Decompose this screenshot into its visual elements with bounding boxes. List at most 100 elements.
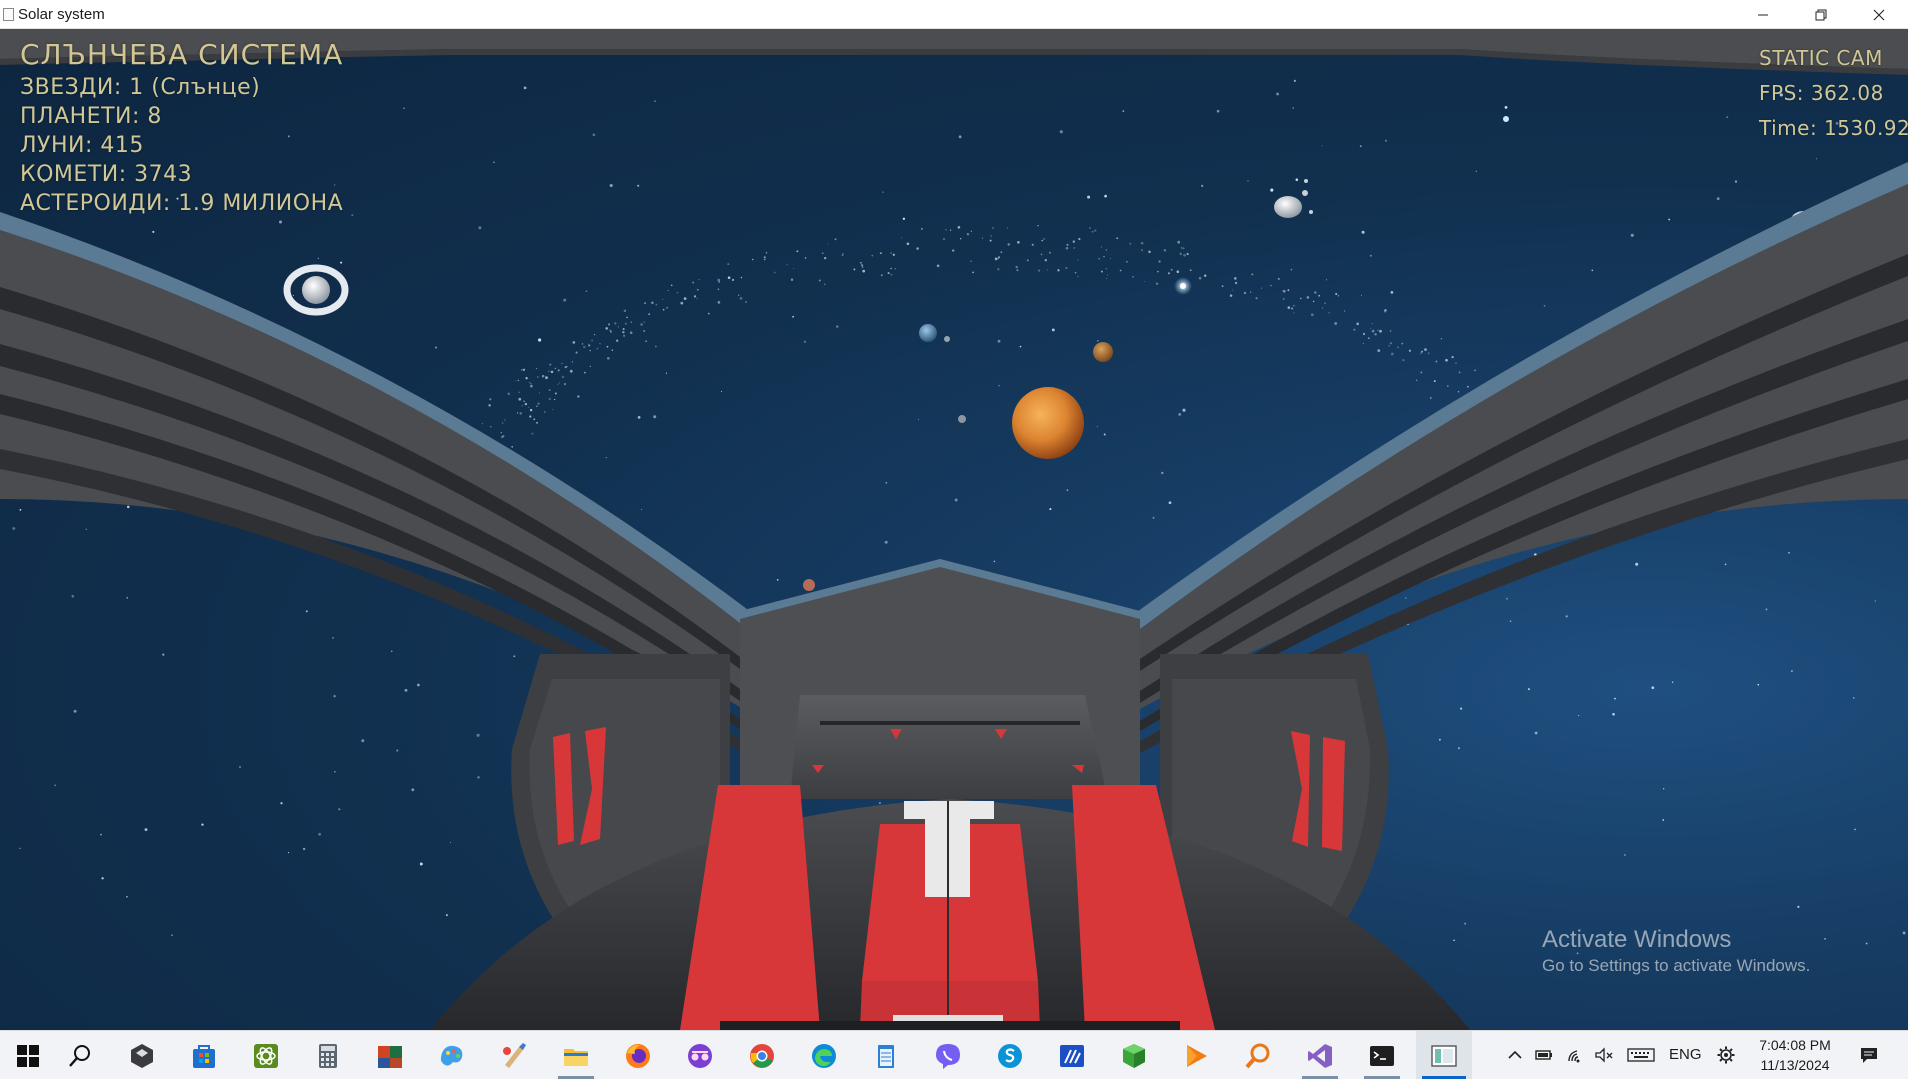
star: [1504, 106, 1508, 109]
taskbar-viber[interactable]: [920, 1031, 976, 1079]
asteroid: [1377, 329, 1379, 331]
asteroid: [1282, 297, 1285, 300]
tray-battery[interactable]: [1533, 1043, 1555, 1067]
star: [396, 749, 399, 752]
restore-button[interactable]: [1792, 0, 1850, 29]
asteroid: [643, 321, 645, 323]
star: [1152, 516, 1155, 519]
app-icon: [3, 7, 14, 21]
tray-clock[interactable]: 7:04:08 PM 11/13/2024: [1745, 1035, 1845, 1075]
taskbar-calculator[interactable]: [300, 1031, 356, 1079]
asteroid: [1324, 302, 1326, 304]
asteroid: [773, 271, 776, 274]
star: [1614, 697, 1616, 700]
minimize-button[interactable]: [1734, 0, 1792, 29]
asteroid: [793, 267, 795, 269]
taskbar-green-cube[interactable]: [1106, 1031, 1162, 1079]
asteroid: [827, 243, 829, 245]
taskbar-office-apps[interactable]: [362, 1031, 418, 1079]
firefox-icon: [626, 1043, 650, 1068]
tray-overflow-button[interactable]: [1504, 1043, 1526, 1067]
asteroid: [1040, 253, 1043, 256]
asteroid: [1335, 292, 1338, 296]
asteroid: [1371, 322, 1373, 325]
taskbar-edge[interactable]: [796, 1031, 852, 1079]
close-button[interactable]: [1850, 0, 1908, 29]
asteroid: [1397, 346, 1399, 348]
distant-planet: [1093, 342, 1113, 362]
asteroid: [524, 402, 528, 406]
start-button[interactable]: [0, 1031, 56, 1079]
star: [1104, 194, 1107, 198]
taskbar-paint[interactable]: [486, 1031, 542, 1079]
atom-app-icon: [254, 1043, 278, 1068]
asteroid: [994, 257, 998, 261]
grey-moon: [958, 415, 966, 423]
taskbar-notepad[interactable]: [858, 1031, 914, 1079]
asteroid: [563, 383, 567, 386]
taskbar-paint-3d[interactable]: [424, 1031, 480, 1079]
taskbar-visual-studio[interactable]: [1292, 1031, 1348, 1079]
taskbar-firefox[interactable]: [610, 1031, 666, 1079]
asteroid: [545, 376, 548, 380]
taskbar-unity[interactable]: [114, 1031, 170, 1079]
jupiter-moon-2: [1309, 210, 1313, 214]
taskbar-terminal[interactable]: [1354, 1031, 1410, 1079]
asteroid: [906, 242, 910, 246]
tray-language[interactable]: ENG: [1669, 1046, 1702, 1063]
star: [954, 498, 958, 502]
star: [85, 528, 87, 530]
asteroid: [500, 432, 502, 434]
taskbar-chrome[interactable]: [734, 1031, 790, 1079]
game-viewport[interactable]: СЛЪНЧЕВА СИСТЕМА ЗВЕЗДИ: 1 (Слънце) ПЛАН…: [0, 29, 1908, 1030]
asteroid: [1379, 329, 1382, 333]
volume-muted-icon: [1595, 1047, 1613, 1063]
asteroid: [1163, 249, 1167, 252]
tray-settings[interactable]: [1715, 1043, 1737, 1067]
taskbar-magnifier[interactable]: [1230, 1031, 1286, 1079]
star: [1565, 615, 1568, 618]
star: [302, 847, 306, 851]
asteroid: [966, 233, 970, 236]
star: [592, 133, 596, 137]
asteroid: [920, 227, 923, 230]
asteroid: [1105, 268, 1108, 270]
asteroid: [936, 264, 940, 268]
asteroid: [1427, 352, 1430, 355]
asteroid: [557, 383, 559, 385]
tray-date: 11/13/2024: [1760, 1057, 1830, 1073]
taskbar-solar-system-app[interactable]: [1416, 1031, 1472, 1079]
asteroid: [670, 284, 673, 287]
taskbar-incognito-browser[interactable]: [672, 1031, 728, 1079]
star: [1765, 608, 1768, 611]
star: [19, 847, 21, 850]
asteroid: [824, 257, 827, 260]
taskbar-math-app[interactable]: [1044, 1031, 1100, 1079]
taskbar-media-player[interactable]: [1168, 1031, 1224, 1079]
search-button[interactable]: [52, 1031, 108, 1079]
asteroid: [957, 225, 961, 229]
asteroid: [859, 261, 862, 264]
star: [19, 508, 22, 511]
asteroid: [481, 423, 483, 425]
taskbar-skype[interactable]: [982, 1031, 1038, 1079]
solar-system-app-icon: [1431, 1044, 1457, 1067]
asteroid: [533, 418, 536, 421]
asteroid: [575, 351, 578, 354]
tray-volume[interactable]: [1593, 1043, 1615, 1067]
star: [641, 508, 643, 511]
notification-center-button[interactable]: [1858, 1043, 1880, 1067]
asteroid: [1383, 309, 1387, 313]
tray-network[interactable]: [1565, 1043, 1587, 1067]
star: [334, 771, 336, 773]
asteroid: [1369, 327, 1371, 329]
star: [1087, 195, 1091, 199]
asteroid: [507, 392, 510, 396]
taskbar-atom-app[interactable]: [238, 1031, 294, 1079]
tray-keyboard[interactable]: [1626, 1043, 1656, 1067]
star: [338, 808, 341, 811]
taskbar-store[interactable]: [176, 1031, 232, 1079]
taskbar-file-explorer[interactable]: [548, 1031, 604, 1079]
window-title-bar: Solar system: [0, 0, 1908, 29]
incognito-browser-icon: [688, 1043, 712, 1068]
